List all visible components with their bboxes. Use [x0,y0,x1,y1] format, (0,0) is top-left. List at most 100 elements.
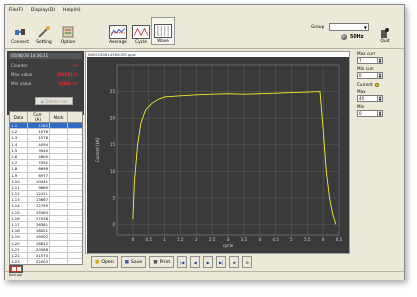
column-header-current[interactable]: Curr. (A) [28,112,50,122]
option-icon [62,26,74,38]
cycle-button[interactable]: Cycle [129,17,153,45]
menu-bar: File(F) Display(D) Help(H) [5,5,404,15]
next-page-button[interactable]: ▶ [203,256,214,268]
menu-file[interactable]: File(F) [9,8,23,13]
cell-current: 18612 [28,240,50,246]
column-header-data[interactable]: Data [10,112,28,122]
counter-label: Counter [11,63,28,68]
cell-current: 13667 [28,197,50,203]
y-tick-label: 25 [110,89,116,94]
menu-help[interactable]: Help(H) [63,8,81,13]
cell-current: 18021 [28,228,50,234]
cell-data: 1-1 [10,123,28,129]
cell-data: 1-8 [10,166,28,172]
table-body: 1-1 1182 1-2 1576 1-3 1576 1-4 4094 1-5 3940 1-6 46… [10,123,82,264]
cell-mark [50,203,68,209]
cell-mark [50,129,68,135]
spin-arrows-icon[interactable]: ▲ ▼ [377,96,382,101]
app-window: File(F) Display(D) Help(H) Connect Setti… [0,0,417,297]
y-tick-label: 10 [110,169,116,174]
connect-label: Connect [11,40,29,45]
cell-mark [50,246,68,252]
max-curr-spinner[interactable]: 7 ▲ ▼ [357,57,383,64]
counter-unit: kA [73,63,79,68]
cell-current: 1576 [28,129,50,135]
last-page-button[interactable]: ▶| [216,256,227,268]
quit-button[interactable]: Quit [375,27,395,51]
zoom-out-button[interactable]: ⊖ [242,256,253,268]
plot-file-title: 0605160614360005.ppw [88,52,136,57]
cell-data: 1-2 [10,129,28,135]
cell-mark [50,178,68,184]
cell-data: 1-23 [10,259,28,264]
cell-data: 1-11 [10,184,28,191]
cell-mark [50,222,68,228]
first-page-button[interactable]: |◀ [177,256,188,268]
cell-mark [50,172,68,178]
company-logo-text: Kasuga [9,273,23,277]
trash-icon: ▪ [40,98,44,104]
cell-data: 1-22 [10,252,28,259]
frequency-value: 50Hz [350,34,364,40]
y-tick-label: 5 [112,195,115,200]
skip-last-icon: ▶| [218,259,224,265]
cell-mark [50,234,68,240]
cell-data: 1-20 [10,240,28,246]
data-table[interactable]: Data Curr. (A) Mark 1-1 1182 1-2 1576 1-3 1576… [9,111,83,265]
waveform-chart[interactable]: 0 0.5 1 1.5 2 2.5 3 3.5 4 4.5 5 5.5 6 6.5 0 5 10 15 20 25 cy… [87,57,349,253]
save-button[interactable]: ■ Save [120,256,147,268]
min-curr-spinner[interactable]: 0 ▲ ▼ [357,72,383,79]
wrench-icon [38,26,50,38]
cell-mark [50,160,68,166]
counter-row: Counter kA [11,63,78,68]
cell-current: 12411 [28,191,50,197]
exit-icon [381,28,389,38]
cell-data: 1-15 [10,209,28,215]
x-tick-label: 6.5 [336,237,343,242]
x-tick-label: 0.5 [146,237,153,242]
cell-mark [50,240,68,246]
prev-page-button[interactable]: ◀ [190,256,201,268]
cell-mark [50,209,68,215]
zoom-in-button[interactable]: ⊕ [229,256,240,268]
cell-mark [50,215,68,221]
x-tick-label: 0 [132,237,135,242]
chevron-down-icon: ▼ [363,24,367,30]
column-header-mark[interactable]: Mark [50,112,68,122]
spin-arrows-icon[interactable]: ▲ ▼ [377,58,382,63]
spin-arrows-icon[interactable]: ▲ ▼ [377,111,382,116]
max-value-row: Max value 20(60) kA [11,72,78,77]
frequency-indicator: 50Hz [341,34,363,40]
min-curr-label: Min curr [357,66,375,71]
delete-row-label: Delete row [45,98,68,104]
cell-data: 1-12 [10,191,28,197]
print-button[interactable]: ■ Print [149,256,175,268]
wave-button[interactable]: Wave [151,17,175,45]
cell-current: 4605 [28,153,50,160]
cell-data: 1-5 [10,147,28,153]
cell-current: 4094 [28,141,50,147]
cell-current: 20568 [28,246,50,252]
min-spinner[interactable]: 0 ▲ ▼ [357,110,383,117]
cell-data: 1-16 [10,215,28,221]
y-tick-label: 0 [112,222,115,227]
x-tick-label: 5 [290,237,293,242]
setting-button[interactable]: Setting [33,17,55,45]
printer-icon: ■ [153,259,158,265]
group-label: Group [311,25,325,30]
cycle-label: Cycle [135,40,147,45]
cell-mark [50,166,68,172]
max-spinner[interactable]: 40 ▲ ▼ [357,95,383,102]
option-button[interactable]: Option [57,17,79,45]
delete-row-button[interactable]: ▪ Delete row [35,97,73,105]
connect-button[interactable]: Connect [9,17,31,45]
y-tick-label: 20 [110,116,116,121]
open-button[interactable]: ■ Open [91,256,118,268]
cell-data: 1-3 [10,135,28,141]
menu-display[interactable]: Display(D) [31,8,55,13]
spin-arrows-icon[interactable]: ▲ ▼ [377,73,382,78]
measurement-summary-panel: 05/06/16 14:36:11 Counter kA Max value 2… [7,51,84,115]
average-button[interactable]: Average [105,17,131,45]
scale-settings-panel: Max curr 7 ▲ ▼ Min curr 0 ▲ ▼ Current Max 40… [351,51,403,171]
group-select[interactable]: ▼ [329,23,369,31]
